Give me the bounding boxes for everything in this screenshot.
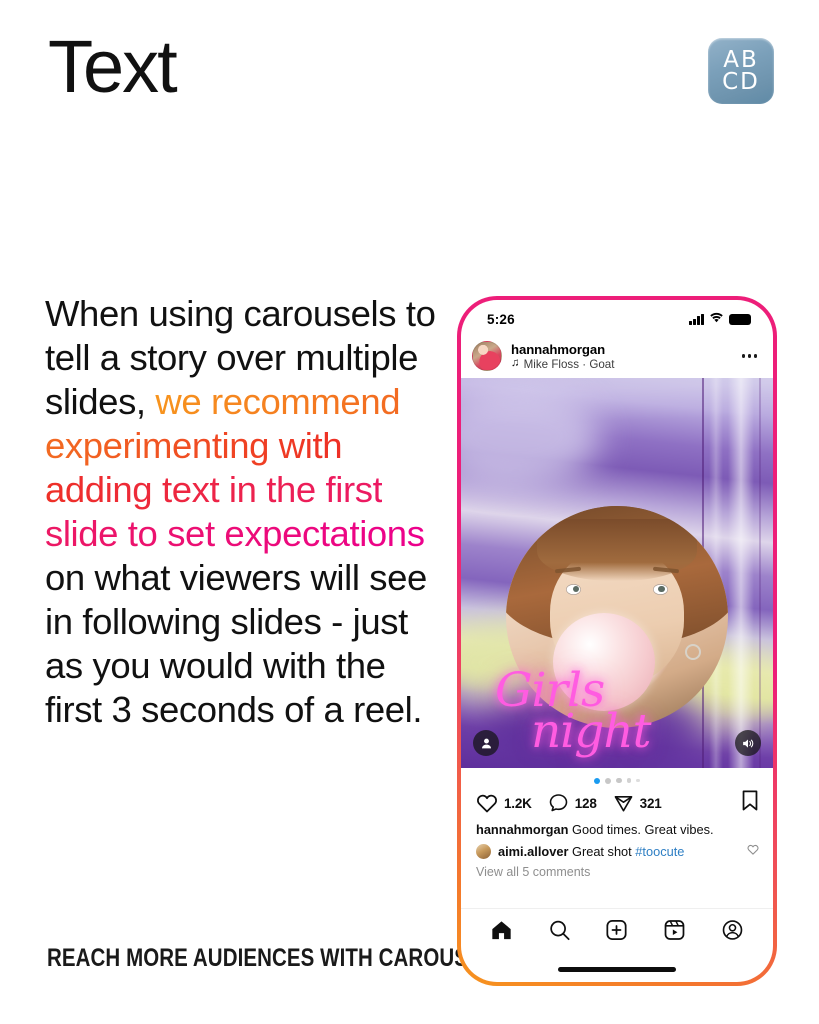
- photo-blob: [461, 385, 602, 488]
- post-header: hannahmorgan ♫ Mike Floss · Goat: [461, 334, 773, 378]
- home-icon: [492, 921, 511, 940]
- footer-kicker: REACH MORE AUDIENCES WITH CAROUSELS: [47, 944, 509, 972]
- phone-screen: 5:26 hannahmorgan ♫ Mike Floss · Goat Gi…: [461, 300, 773, 982]
- page-title: Text: [48, 25, 178, 108]
- earring: [685, 643, 702, 660]
- paper-plane-icon: [614, 796, 633, 812]
- photo-light-streak: [728, 378, 755, 768]
- carousel-dot-5[interactable]: [636, 778, 640, 783]
- comment-hashtag[interactable]: #toocute: [635, 844, 684, 859]
- carousel-dot-2[interactable]: [605, 777, 612, 784]
- battery-icon: [729, 313, 751, 325]
- profile-circle-icon: [722, 920, 742, 940]
- speaker-on-icon[interactable]: [735, 730, 761, 756]
- more-options-icon[interactable]: [740, 348, 759, 363]
- photo-seam-line: [758, 378, 761, 768]
- bookmark-icon[interactable]: [741, 790, 759, 816]
- abcd-input-symbol-icon: AB CD: [708, 38, 774, 104]
- post-photo[interactable]: Girls night: [461, 378, 773, 768]
- wifi-icon: [709, 310, 724, 328]
- comment-body: aimi.allover Great shot #toocute: [498, 844, 740, 859]
- comment-row: aimi.allover Great shot #toocute: [476, 842, 759, 860]
- phone-mockup: 5:26 hannahmorgan ♫ Mike Floss · Goat Gi…: [457, 296, 777, 986]
- comment-button[interactable]: 128: [548, 793, 597, 813]
- slide-canvas: Text AB CD When using carousels to tell …: [0, 0, 819, 1024]
- post-meta: hannahmorgan ♫ Mike Floss · Goat: [511, 342, 731, 371]
- nav-create[interactable]: [605, 919, 628, 946]
- signal-bars-icon: [689, 313, 704, 325]
- search-icon: [550, 920, 570, 941]
- photo-overlay-caption: Girls night: [495, 667, 652, 755]
- home-indicator: [461, 956, 773, 982]
- reels-icon: [664, 920, 685, 940]
- post-actions: 1.2K 128 321: [461, 786, 773, 820]
- post-audio[interactable]: ♫ Mike Floss · Goat: [511, 358, 731, 371]
- view-all-comments[interactable]: View all 5 comments: [476, 864, 759, 879]
- owner-caption-text: Good times. Great vibes.: [572, 822, 714, 837]
- abcd-line-2: CD: [722, 69, 760, 95]
- owner-caption: hannahmorgan Good times. Great vibes.: [476, 822, 759, 838]
- status-bar: 5:26: [461, 300, 773, 334]
- comment-username[interactable]: aimi.allover: [498, 844, 568, 859]
- bottom-nav: [461, 908, 773, 956]
- share-count: 321: [639, 795, 662, 811]
- nav-home[interactable]: [490, 919, 513, 946]
- like-button[interactable]: 1.2K: [476, 793, 532, 813]
- heart-outline-icon[interactable]: [747, 842, 759, 860]
- comment-avatar[interactable]: [476, 843, 491, 859]
- music-note-icon: ♫: [511, 357, 520, 370]
- heart-icon: [477, 794, 497, 813]
- post-captions: hannahmorgan Good times. Great vibes. ai…: [461, 820, 773, 879]
- comment-text: Great shot: [571, 843, 636, 859]
- nav-reels[interactable]: [663, 919, 686, 946]
- comment-count: 128: [574, 795, 597, 811]
- carousel-dot-3[interactable]: [616, 777, 622, 784]
- carousel-dots: [461, 768, 773, 786]
- comment-bubble-icon: [549, 794, 568, 812]
- status-time: 5:26: [487, 311, 515, 327]
- eye-right: [653, 583, 669, 595]
- avatar[interactable]: [472, 341, 502, 371]
- person-tag-icon[interactable]: [473, 730, 499, 756]
- post-username[interactable]: hannahmorgan: [511, 342, 731, 357]
- nav-search[interactable]: [548, 919, 571, 946]
- carousel-dot-4[interactable]: [626, 778, 632, 783]
- like-count: 1.2K: [504, 795, 532, 811]
- body-segment-plain-2: on what viewers will see in following sl…: [45, 557, 427, 730]
- abcd-line-1: AB: [723, 46, 759, 73]
- post-audio-label: Mike Floss · Goat: [523, 357, 615, 371]
- plus-square-icon: [606, 919, 628, 941]
- carousel-dot-1[interactable]: [594, 777, 601, 784]
- nav-profile[interactable]: [721, 919, 744, 946]
- owner-caption-username[interactable]: hannahmorgan: [476, 822, 568, 837]
- eye-left: [565, 583, 581, 595]
- share-button[interactable]: 321: [613, 793, 662, 813]
- status-icons: [689, 310, 751, 328]
- body-copy: When using carousels to tell a story ove…: [45, 292, 445, 732]
